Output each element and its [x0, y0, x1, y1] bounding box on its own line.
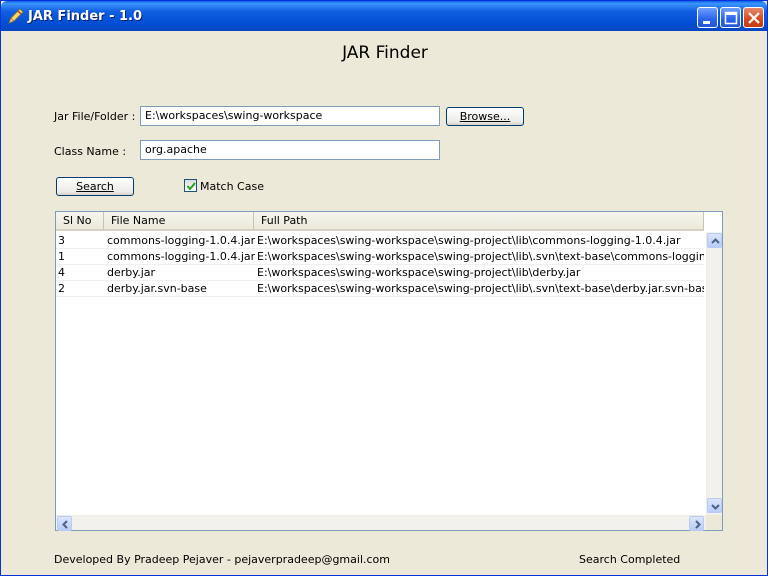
table-row[interactable]: 2 derby.jar.svn-base E:\workspaces\swing…	[56, 281, 704, 297]
cell-sl-no: 2	[58, 282, 65, 295]
browse-button[interactable]: Browse...	[446, 107, 524, 126]
close-icon	[748, 12, 760, 24]
pen-icon	[7, 8, 24, 25]
vertical-scrollbar[interactable]	[706, 232, 722, 515]
table-row[interactable]: 4 derby.jar E:\workspaces\swing-workspac…	[56, 265, 704, 281]
cell-file-name: derby.jar	[107, 266, 156, 279]
table-row[interactable]: 3 commons-logging-1.0.4.jar E:\workspace…	[56, 233, 704, 249]
cell-full-path: E:\workspaces\swing-workspace\swing-proj…	[257, 266, 581, 279]
developer-credit: Developed By Pradeep Pejaver - pejaverpr…	[54, 553, 390, 566]
cell-sl-no: 4	[58, 266, 65, 279]
cell-full-path: E:\workspaces\swing-workspace\swing-proj…	[257, 282, 704, 295]
arrow-up-icon	[711, 238, 720, 244]
jar-folder-label: Jar File/Folder :	[54, 110, 136, 123]
arrow-right-icon	[695, 520, 701, 529]
cell-full-path: E:\workspaces\swing-workspace\swing-proj…	[257, 250, 704, 263]
search-button[interactable]: Search	[56, 177, 134, 196]
class-name-input[interactable]: org.apache	[140, 140, 440, 160]
scroll-left-button[interactable]	[57, 516, 72, 531]
status-text: Search Completed	[579, 553, 681, 566]
column-header-file-name[interactable]: File Name	[104, 212, 254, 230]
cell-sl-no: 3	[58, 234, 65, 247]
cell-full-path: E:\workspaces\swing-workspace\swing-proj…	[257, 234, 681, 247]
column-header-sl-no[interactable]: Sl No	[56, 212, 104, 230]
minimize-icon	[703, 21, 710, 24]
scroll-down-button[interactable]	[707, 498, 722, 513]
app-window: JAR Finder - 1.0 JAR Finder Jar File/Fol…	[0, 0, 768, 576]
arrow-down-icon	[711, 504, 720, 510]
minimize-button[interactable]	[697, 7, 718, 28]
scroll-up-button[interactable]	[707, 233, 722, 248]
title-bar[interactable]: JAR Finder - 1.0	[1, 1, 767, 31]
jar-folder-input[interactable]: E:\workspaces\swing-workspace	[140, 106, 440, 126]
window-title: JAR Finder - 1.0	[28, 9, 143, 24]
table-row[interactable]: 1 commons-logging-1.0.4.jar.... E:\works…	[56, 249, 704, 265]
horizontal-scrollbar[interactable]	[56, 515, 706, 531]
cell-file-name: derby.jar.svn-base	[107, 282, 207, 295]
table-header: Sl No File Name Full Path	[56, 212, 704, 231]
page-heading: JAR Finder	[342, 43, 428, 63]
class-name-label: Class Name :	[54, 145, 127, 158]
close-button[interactable]	[743, 7, 764, 28]
cell-file-name: commons-logging-1.0.4.jar	[107, 234, 255, 247]
cell-sl-no: 1	[58, 250, 65, 263]
cell-file-name: commons-logging-1.0.4.jar....	[107, 250, 255, 263]
checkmark-icon	[186, 182, 196, 191]
match-case-label: Match Case	[200, 180, 264, 193]
scroll-right-button[interactable]	[689, 516, 704, 531]
maximize-button[interactable]	[720, 7, 741, 28]
results-table: Sl No File Name Full Path 3 commons-logg…	[55, 211, 723, 531]
arrow-left-icon	[62, 520, 68, 529]
match-case-checkbox[interactable]	[184, 179, 197, 192]
maximize-icon	[724, 11, 738, 25]
column-header-full-path[interactable]: Full Path	[254, 212, 704, 230]
scrollbar-corner	[706, 515, 722, 530]
